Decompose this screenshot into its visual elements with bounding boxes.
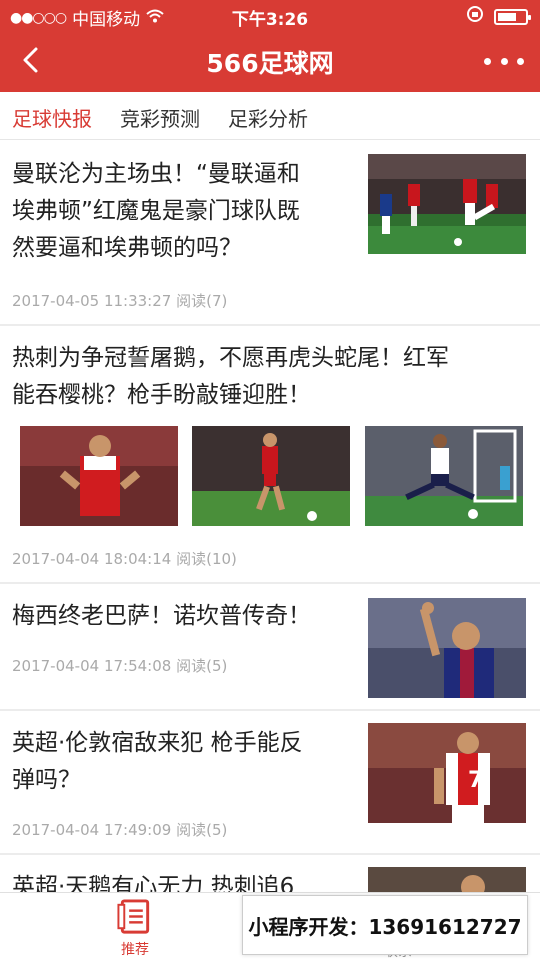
article-item[interactable]: 英超·天鹅有心无力 热刺追6 (0, 855, 540, 900)
promo-banner[interactable]: 小程序开发：13691612727 (242, 895, 528, 955)
article-title: 曼联沦为主场虫！“曼联逼和 埃弗顿”红魔鬼是豪门球队既 然要逼和埃弗顿的吗？ (12, 156, 352, 267)
app-header: ●●○○○ 中国移动 下午3:26 566足球网 (0, 0, 540, 92)
article-thumbnail[interactable]: 7 (368, 723, 526, 823)
page-title: 566足球网 (206, 49, 334, 78)
article-date: 2017-04-04 18:04:14 (12, 550, 172, 568)
more-dot (517, 57, 524, 65)
article-thumbnail[interactable] (368, 598, 526, 698)
football-photo: 7 (368, 723, 526, 823)
article-title-line: 曼联沦为主场虫！“曼联逼和 (12, 161, 300, 187)
article-item[interactable]: 英超·伦敦宿敌来犯 枪手能反 弹吗？ 2017-04-04 17:49:09 阅… (0, 711, 540, 855)
article-title: 英超·伦敦宿敌来犯 枪手能反 弹吗？ (12, 725, 352, 799)
article-item[interactable]: 热刺为争冠誓屠鹅，不愿再虎头蛇尾！红军 能吞樱桃？枪手盼敲锤迎胜！ 2017-0… (0, 326, 540, 584)
document-icon (117, 899, 150, 934)
football-photo (365, 426, 523, 526)
article-title: 梅西终老巴萨！诺坎普传奇！ (12, 598, 352, 635)
article-meta: 2017-04-04 17:54:08 阅读(5) (12, 655, 227, 676)
tab-lottery-analysis[interactable]: 足彩分析 (228, 103, 308, 132)
article-thumbnail[interactable] (20, 426, 178, 526)
article-reads: 阅读(5) (176, 821, 228, 839)
football-photo (192, 426, 350, 526)
battery-level (498, 12, 517, 21)
article-title-line: 然要逼和埃弗顿的吗？ (12, 235, 242, 261)
more-button[interactable] (484, 48, 524, 74)
article-thumbnail[interactable] (192, 426, 350, 526)
jersey-number: 7 (468, 768, 483, 793)
article-title-line: 热刺为争冠誓屠鹅，不愿再虎头蛇尾！红军 (12, 345, 449, 371)
status-bar: ●●○○○ 中国移动 下午3:26 (0, 0, 540, 32)
article-date: 2017-04-04 17:49:09 (12, 821, 172, 839)
more-dot (484, 57, 491, 65)
article-reads: 阅读(7) (176, 292, 228, 310)
article-reads: 阅读(10) (176, 550, 237, 568)
article-thumbnail[interactable] (365, 426, 523, 526)
article-thumbnail[interactable] (368, 867, 526, 892)
article-date: 2017-04-05 11:33:27 (12, 292, 172, 310)
nav-bar: 566足球网 (0, 32, 540, 92)
article-title-line: 英超·伦敦宿敌来犯 枪手能反 (12, 730, 303, 756)
football-photo (368, 598, 526, 698)
status-right (466, 5, 531, 28)
status-time: 下午3:26 (231, 10, 309, 30)
article-title-line: 能吞樱桃？枪手盼敲锤迎胜！ (12, 382, 311, 408)
article-reads: 阅读(5) (176, 657, 228, 675)
article-title: 热刺为争冠誓屠鹅，不愿再虎头蛇尾！红军 能吞樱桃？枪手盼敲锤迎胜！ (12, 340, 532, 414)
article-title-line: 弹吗？ (12, 767, 81, 793)
rotation-lock-icon (466, 5, 484, 28)
article-thumbnail[interactable] (368, 154, 526, 254)
article-title-line: 梅西终老巴萨！诺坎普传奇！ (12, 603, 311, 629)
tab-recommend[interactable]: 推荐 (105, 897, 165, 959)
article-meta: 2017-04-04 17:49:09 阅读(5) (12, 819, 227, 840)
article-date: 2017-04-04 17:54:08 (12, 657, 172, 675)
tab-recommend-label: 推荐 (121, 942, 149, 958)
battery-icon (494, 8, 531, 25)
article-item[interactable]: 梅西终老巴萨！诺坎普传奇！ 2017-04-04 17:54:08 阅读(5) (0, 584, 540, 711)
article-title-line: 埃弗顿”红魔鬼是豪门球队既 (12, 198, 300, 224)
football-photo (368, 867, 526, 892)
article-meta: 2017-04-04 18:04:14 阅读(10) (12, 548, 237, 569)
tab-lottery-prediction[interactable]: 竞彩预测 (120, 103, 200, 132)
tab-football-news[interactable]: 足球快报 (12, 103, 92, 132)
football-photo (368, 154, 526, 254)
football-photo (20, 426, 178, 526)
article-meta: 2017-04-05 11:33:27 阅读(7) (12, 290, 227, 311)
article-item[interactable]: 曼联沦为主场虫！“曼联逼和 埃弗顿”红魔鬼是豪门球队既 然要逼和埃弗顿的吗？ 2… (0, 140, 540, 326)
category-tabs: 足球快报 竞彩预测 足彩分析 (0, 92, 540, 140)
more-dot (500, 57, 508, 65)
